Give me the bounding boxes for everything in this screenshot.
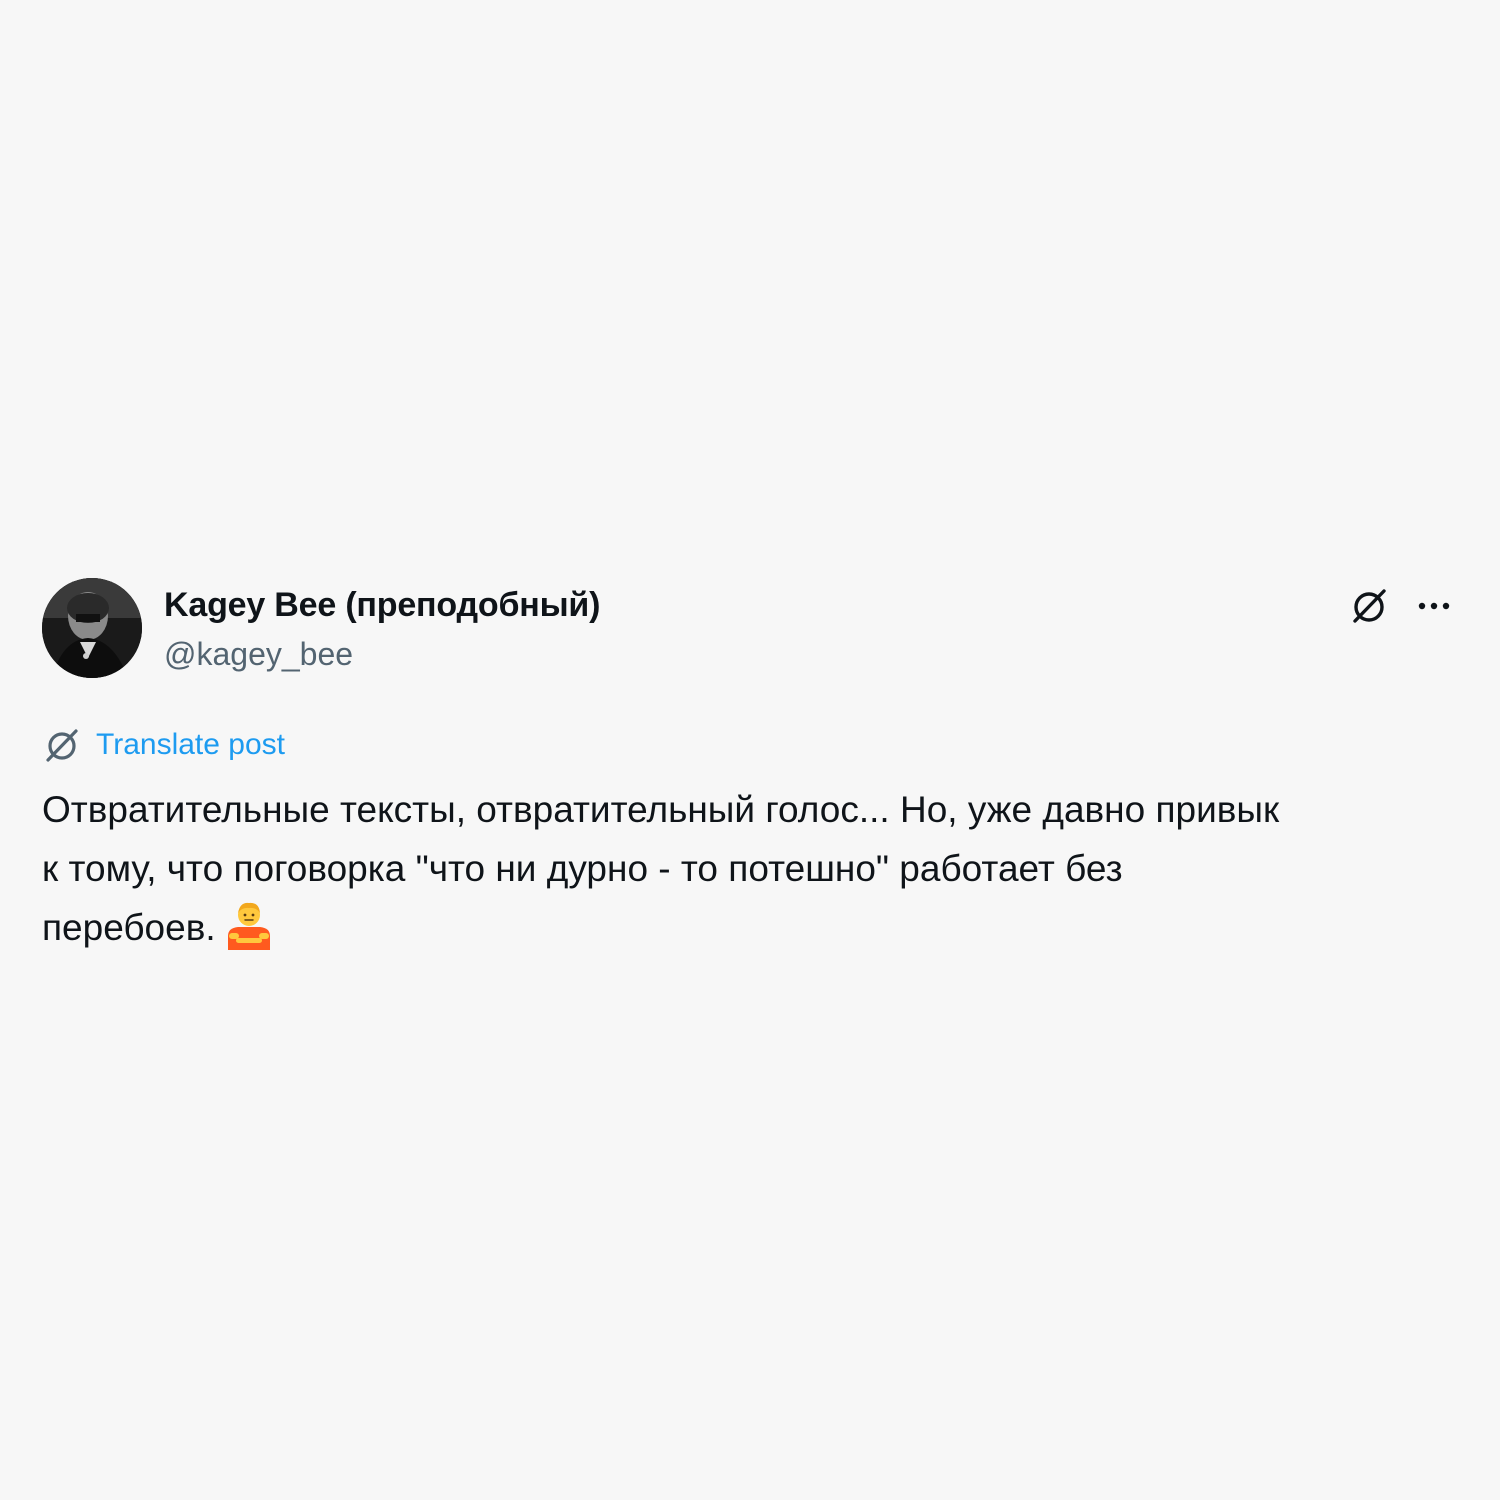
translate-post-label: Translate post xyxy=(96,728,285,761)
user-handle[interactable]: @kagey_bee xyxy=(164,636,353,673)
avatar[interactable] xyxy=(42,578,142,678)
grok-icon xyxy=(1353,589,1386,623)
grok-button[interactable] xyxy=(1348,584,1392,628)
post-text-line: Отвратительные тексты, отвратительный го… xyxy=(42,789,1280,830)
post-text-line: к тому, что поговорка "что ни дурно - то… xyxy=(42,848,1123,889)
more-button[interactable] xyxy=(1412,584,1456,628)
post-text-line: перебоев. xyxy=(42,907,216,948)
translate-post-link[interactable]: Translate post xyxy=(42,724,285,766)
more-horizontal-icon xyxy=(1418,602,1450,610)
person-shrugging-emoji xyxy=(227,902,270,950)
post-text: Отвратительные тексты, отвратительный го… xyxy=(42,780,1458,957)
avatar-image xyxy=(42,578,142,678)
grok-icon xyxy=(46,729,78,762)
post-text-line-last: перебоев. xyxy=(42,898,1458,957)
display-name[interactable]: Kagey Bee (преподобный) xyxy=(164,586,600,625)
